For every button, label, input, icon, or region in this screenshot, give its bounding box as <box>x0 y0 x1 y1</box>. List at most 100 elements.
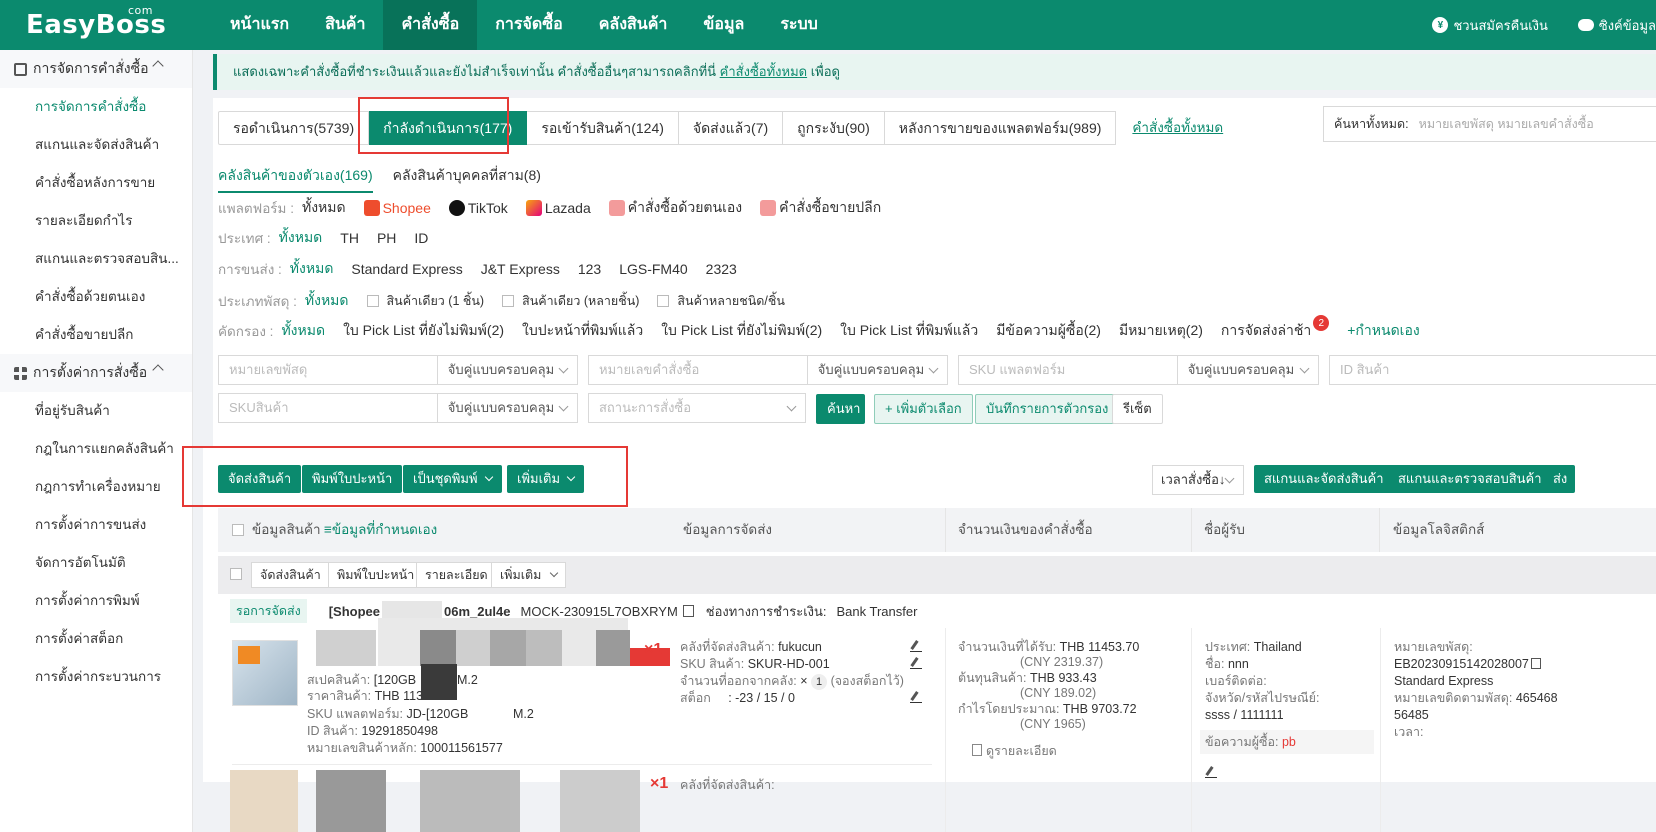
sidebar-item-scan-ship[interactable]: สแกนและจัดส่งสินค้า <box>0 126 192 164</box>
country-all[interactable]: ทั้งหมด <box>279 227 323 249</box>
platform-retail[interactable]: คำสั่งซื้อขายปลีก <box>760 197 881 219</box>
checkbox[interactable] <box>366 295 379 307</box>
nav-warehouse[interactable]: คลังสินค้า <box>581 0 686 50</box>
nav-data[interactable]: ข้อมูล <box>685 0 762 50</box>
sidebar-group-order-management[interactable]: การจัดการคำสั่งซื้อ <box>0 50 192 88</box>
checkbox[interactable] <box>502 295 515 307</box>
edit-icon[interactable] <box>1205 766 1217 778</box>
parcel-single-one[interactable]: สินค้าเดียว (1 ชิ้น) <box>366 291 484 311</box>
parcel-multi[interactable]: สินค้าหลายชนิด/ชิ้น <box>657 291 785 311</box>
sidebar-item-order-management[interactable]: การจัดการคำสั่งซื้อ <box>0 88 192 126</box>
sidebar-item-manual-orders[interactable]: คำสั่งซื้อด้วยตนเอง <box>0 278 192 316</box>
nav-home[interactable]: หน้าแรก <box>212 0 307 50</box>
sidebar-item-process-settings[interactable]: การตั้งค่ากระบวนการ <box>0 658 192 696</box>
platform-manual[interactable]: คำสั่งซื้อด้วยตนเอง <box>608 197 742 219</box>
platform-tiktok[interactable]: TikTok <box>448 200 508 216</box>
parcel-single-multi[interactable]: สินค้าเดียว (หลายชิ้น) <box>502 291 639 311</box>
bulk-ship-button[interactable]: จัดส่งสินค้า <box>251 562 330 588</box>
global-search-input[interactable]: หมายเลขพัสดุ หมายเลขคำสั่งซื้อ <box>1419 114 1594 134</box>
product-thumbnail[interactable] <box>232 640 298 706</box>
shipping-2323[interactable]: 2323 <box>706 261 737 277</box>
screen-late-shipping[interactable]: การจัดส่งล่าช้า 2 <box>1221 315 1330 342</box>
shipping-standard-express[interactable]: Standard Express <box>351 261 462 277</box>
copy-icon[interactable] <box>1530 658 1541 669</box>
sku-platform-match-select[interactable]: จับคู่แบบครอบคลุม <box>1178 356 1318 384</box>
sidebar-item-warehouse-split-rules[interactable]: กฎในการแยกคลังสินค้า <box>0 430 192 468</box>
notice-all-orders-link[interactable]: คำสั่งซื้อทั้งหมด <box>720 64 807 79</box>
sidebar-item-profit-detail[interactable]: รายละเอียดกำไร <box>0 202 192 240</box>
screen-picklist-unprinted[interactable]: ใบ Pick List ที่ยังไม่พิมพ์(2) <box>343 320 504 342</box>
more-action-button[interactable]: ส่ง <box>1545 465 1575 493</box>
screen-has-note[interactable]: มีหมายเหตุ(2) <box>1119 320 1203 342</box>
screen-label-printed[interactable]: ใบปะหน้าที่พิมพ์แล้ว <box>522 320 643 342</box>
detail-link[interactable]: ดูรายละเอียด <box>972 743 1057 759</box>
sidebar-item-shipping-settings[interactable]: การตั้งค่าการขนส่ง <box>0 506 192 544</box>
all-orders-link[interactable]: คำสั่งซื้อทั้งหมด <box>1132 111 1223 145</box>
add-option-button[interactable]: + เพิ่มตัวเลือก <box>874 394 973 424</box>
screen-all[interactable]: ทั้งหมด <box>281 320 325 342</box>
search-button[interactable]: ค้นหา <box>816 394 865 424</box>
sidebar-item-stock-settings[interactable]: การตั้งค่าสต็อก <box>0 620 192 658</box>
parcel-no-input[interactable]: หมายเลขพัสดุ <box>219 356 438 384</box>
edit-icon[interactable] <box>910 691 922 703</box>
sku-match-select[interactable]: จับคู่แบบครอบคลุม <box>438 394 577 422</box>
nav-products[interactable]: สินค้า <box>307 0 383 50</box>
bulk-print-label-button[interactable]: พิมพ์ใบปะหน้า <box>328 562 424 588</box>
copy-icon[interactable] <box>682 605 694 617</box>
screen-custom-button[interactable]: +กำหนดเอง <box>1347 320 1419 342</box>
tab-awaiting-pickup[interactable]: รอเข้ารับสินค้า(124) <box>527 111 679 145</box>
sku-platform-input[interactable]: SKU แพลตฟอร์ม <box>959 356 1178 384</box>
reset-button[interactable]: รีเซ็ต <box>1112 394 1163 424</box>
sidebar-item-automation[interactable]: จัดการอัตโนมัติ <box>0 544 192 582</box>
sidebar-item-pickup-address[interactable]: ที่อยู่รับสินค้า <box>0 392 192 430</box>
select-group-checkbox[interactable] <box>230 568 242 580</box>
sidebar-item-scan-check[interactable]: สแกนและตรวจสอบสิน... <box>0 240 192 278</box>
country-ph[interactable]: PH <box>377 230 396 246</box>
order-number[interactable]: MOCK-230915L7OBXRYM <box>521 604 678 619</box>
tab-platform-after-sales[interactable]: หลังการขายของแพลตฟอร์ม(989) <box>884 111 1117 145</box>
tab-shipped[interactable]: จัดส่งแล้ว(7) <box>678 111 784 145</box>
screen-picklist-printed[interactable]: ใบ Pick List ที่พิมพ์แล้ว <box>840 320 978 342</box>
sidebar-item-after-sales[interactable]: คำสั่งซื้อหลังการขาย <box>0 164 192 202</box>
sidebar-item-marking-rules[interactable]: กฎการทำเครื่องหมาย <box>0 468 192 506</box>
product-id-input[interactable]: ID สินค้า <box>1330 356 1656 384</box>
select-all-checkbox[interactable] <box>232 524 244 536</box>
scan-check-button[interactable]: สแกนและตรวจสอบสินค้า <box>1388 465 1552 493</box>
subtab-third-party-warehouse[interactable]: คลังสินค้าบุคคลที่สาม(8) <box>393 165 541 193</box>
tab-suspended[interactable]: ถูกระงับ(90) <box>783 111 885 145</box>
edit-icon[interactable] <box>910 640 922 652</box>
shipping-123[interactable]: 123 <box>578 261 601 277</box>
shipping-all[interactable]: ทั้งหมด <box>290 258 334 280</box>
sidebar-item-retail-orders[interactable]: คำสั่งซื้อขายปลีก <box>0 316 192 354</box>
sort-select[interactable]: เวลาสั่งซื้อ↓ <box>1152 465 1244 495</box>
brand-logo[interactable]: EasyBoss com <box>0 4 212 40</box>
country-id[interactable]: ID <box>414 230 428 246</box>
screen-picklist-unprinted-2[interactable]: ใบ Pick List ที่ยังไม่พิมพ์(2) <box>661 320 822 342</box>
save-filter-button[interactable]: บันทึกรายการตัวกรอง <box>975 394 1120 424</box>
tab-pending[interactable]: รอดำเนินการ(5739) <box>218 111 370 145</box>
checkbox[interactable] <box>657 295 670 307</box>
platform-all[interactable]: ทั้งหมด <box>302 197 346 219</box>
scan-ship-button[interactable]: สแกนและจัดส่งสินค้า <box>1254 465 1394 493</box>
parcel-all[interactable]: ทั้งหมด <box>305 290 349 312</box>
bulk-more-dropdown[interactable]: เพิ่มเติม <box>491 562 566 588</box>
nav-system[interactable]: ระบบ <box>762 0 836 50</box>
screen-buyer-message[interactable]: มีข้อความผู้ซื้อ(2) <box>996 320 1101 342</box>
nav-purchasing[interactable]: การจัดซื้อ <box>477 0 581 50</box>
subtab-own-warehouse[interactable]: คลังสินค้าของตัวเอง(169) <box>218 165 373 193</box>
parcel-match-select[interactable]: จับคู่แบบครอบคลุม <box>438 356 577 384</box>
order-status-select[interactable]: สถานะการสั่งซื้อ <box>589 394 805 422</box>
sku-input[interactable]: SKUสินค้า <box>219 394 438 422</box>
platform-lazada[interactable]: Lazada <box>525 200 591 216</box>
nav-orders[interactable]: คำสั่งซื้อ <box>383 0 478 50</box>
order-no-input[interactable]: หมายเลขคำสั่งซื้อ <box>589 356 808 384</box>
global-search[interactable]: ค้นหาทั้งหมด: หมายเลขพัสดุ หมายเลขคำสั่ง… <box>1323 106 1656 142</box>
sidebar-group-order-settings[interactable]: การตั้งค่าการสั่งซื้อ <box>0 354 192 392</box>
country-th[interactable]: TH <box>340 230 359 246</box>
bulk-detail-button[interactable]: รายละเอียด <box>416 562 497 588</box>
refund-invite-link[interactable]: ¥ ชวนสมัครคืนเงิน <box>1432 15 1548 36</box>
platform-shopee[interactable]: Shopee <box>363 200 431 216</box>
sync-data-link[interactable]: ซิงค์ข้อมูล <box>1577 15 1656 36</box>
edit-icon[interactable] <box>910 657 922 669</box>
shipping-jt-express[interactable]: J&T Express <box>481 261 560 277</box>
